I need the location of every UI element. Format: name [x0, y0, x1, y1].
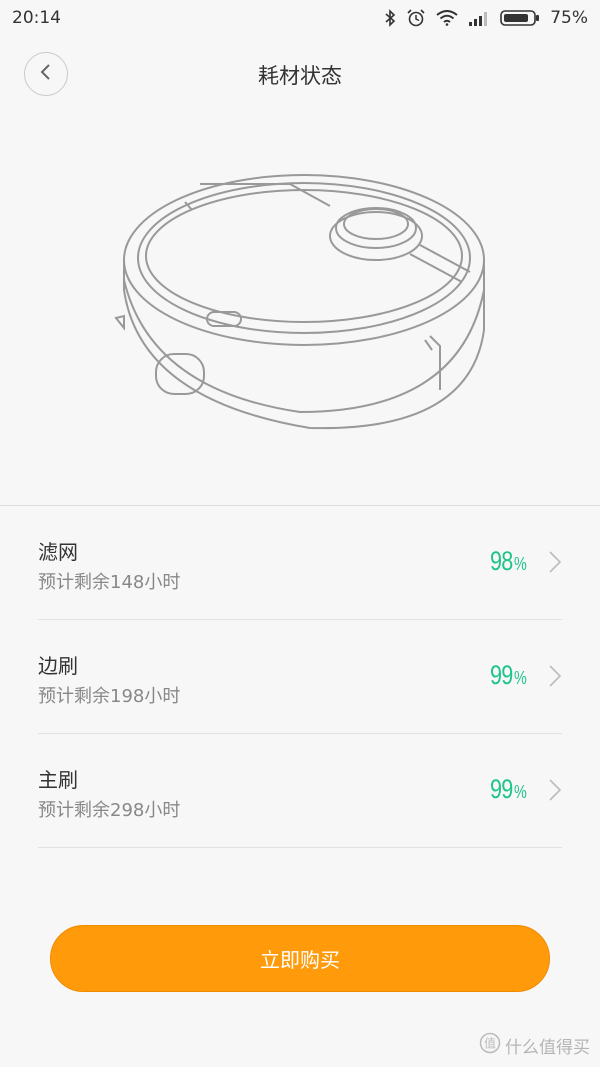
- alarm-icon: [406, 8, 426, 28]
- item-name: 滤网: [38, 540, 78, 564]
- watermark-logo-icon: 值: [479, 1032, 501, 1059]
- item-name: 主刷: [38, 768, 78, 792]
- item-percent: 98%: [489, 546, 527, 576]
- chevron-right-icon: [548, 778, 562, 806]
- list-item-side-brush[interactable]: 边刷 预计剩余198小时 99%: [38, 620, 562, 734]
- chevron-right-icon: [548, 664, 562, 692]
- status-time: 20:14: [12, 8, 61, 28]
- header: 耗材状态: [0, 40, 600, 112]
- item-name: 边刷: [38, 654, 78, 678]
- item-percent: 99%: [489, 774, 527, 804]
- watermark: 值 什么值得买: [479, 1032, 590, 1059]
- list-item-main-brush[interactable]: 主刷 预计剩余298小时 99%: [38, 734, 562, 848]
- item-remaining: 预计剩余198小时: [38, 686, 181, 707]
- status-icons: 75%: [384, 8, 588, 28]
- wifi-icon: [436, 10, 458, 26]
- watermark-text: 什么值得买: [505, 1038, 590, 1058]
- item-remaining: 预计剩余148小时: [38, 572, 181, 593]
- status-bar: 20:14 75%: [0, 0, 600, 36]
- item-remaining: 预计剩余298小时: [38, 800, 181, 821]
- battery-icon: [500, 9, 540, 27]
- list-item-filter[interactable]: 滤网 预计剩余148小时 98%: [38, 506, 562, 620]
- svg-text:值: 值: [484, 1036, 496, 1051]
- battery-percent: 75%: [550, 8, 588, 28]
- page-title: 耗材状态: [258, 64, 342, 88]
- signal-icon: [468, 10, 490, 26]
- consumables-list: 滤网 预计剩余148小时 98% 边刷 预计剩余198小时 99% 主刷 预计剩…: [0, 506, 600, 848]
- buy-now-button[interactable]: 立即购买: [50, 925, 550, 992]
- chevron-right-icon: [548, 550, 562, 578]
- robot-vacuum-illustration: [0, 150, 600, 450]
- bluetooth-icon: [384, 9, 396, 27]
- item-percent: 99%: [489, 660, 527, 690]
